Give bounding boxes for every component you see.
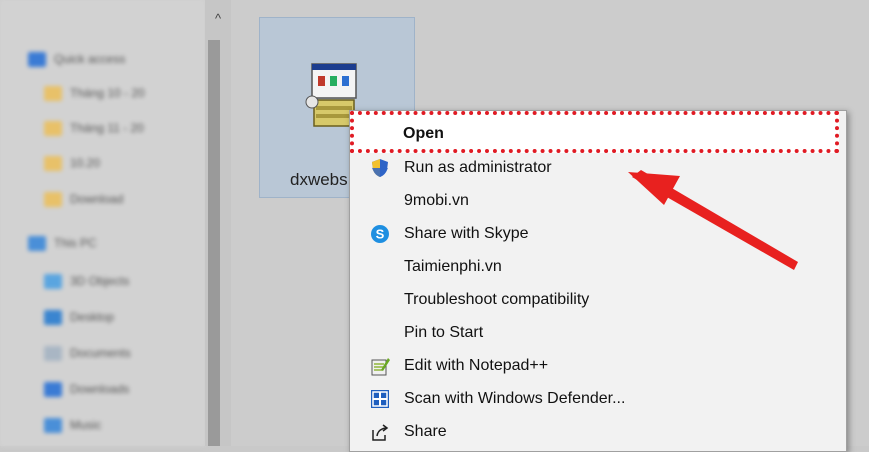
menu-item-label: Taimienphi.vn [404, 257, 502, 275]
download-icon [44, 381, 62, 397]
menu-item-9mobi-vn[interactable]: 9mobi.vn [350, 184, 846, 217]
nav-item[interactable]: 3D Objects [44, 270, 129, 292]
nav-item-label: 3D Objects [70, 274, 130, 288]
share-icon [370, 422, 390, 442]
cube-icon [44, 273, 62, 289]
desktop-icon [44, 309, 62, 325]
nav-item[interactable]: Tháng 10 - 20 [44, 82, 145, 104]
nav-item[interactable]: Documents [44, 342, 131, 364]
menu-item-label: Share [404, 422, 447, 440]
menu-item-label: Share with Skype [404, 224, 529, 242]
document-icon [44, 345, 62, 361]
nav-item[interactable]: This PC [28, 232, 97, 254]
menu-item-share-with-skype[interactable]: S Share with Skype [350, 217, 846, 250]
menu-item-label: Open [403, 124, 444, 142]
nav-item-label: Desktop [70, 310, 115, 324]
menu-item-label: Scan with Windows Defender... [404, 389, 626, 407]
nav-item-label: Tháng 11 - 20 [70, 121, 144, 135]
defender-icon [370, 389, 390, 409]
menu-item-pin-to-start[interactable]: Pin to Start [350, 316, 846, 349]
nav-item-label: Quick access [54, 52, 126, 66]
svg-text:S: S [376, 227, 385, 242]
nav-item-label: Download [70, 192, 124, 206]
menu-item-open[interactable]: Open [349, 117, 845, 150]
menu-item-label: Run as administrator [404, 158, 552, 176]
nav-item-label: This PC [54, 236, 97, 250]
skype-icon: S [370, 224, 390, 244]
nav-item-label: Music [70, 418, 102, 432]
notepadpp-icon [370, 356, 390, 376]
scroll-up-arrow-icon[interactable]: ^ [209, 10, 227, 28]
nav-item[interactable]: Tháng 11 - 20 [44, 117, 144, 139]
folder-icon [44, 120, 62, 136]
nav-item-label: Documents [70, 346, 131, 360]
star-icon [28, 51, 46, 67]
menu-item-label: Troubleshoot compatibility [404, 290, 590, 308]
folder-icon [44, 85, 62, 101]
nav-item[interactable]: 10.20 [44, 152, 100, 174]
nav-item-label: Tháng 10 - 20 [70, 86, 145, 100]
menu-item-label: 9mobi.vn [404, 191, 469, 209]
shield-icon [370, 158, 390, 178]
menu-item-run-as-administrator[interactable]: Run as administrator [350, 151, 846, 184]
nav-item[interactable]: Quick access [28, 48, 125, 70]
nav-item[interactable]: Download [44, 188, 123, 210]
folder-icon [44, 191, 62, 207]
context-menu: Run as administrator 9mobi.vn S Share with … [349, 110, 847, 452]
computer-icon [28, 235, 46, 251]
menu-item-taimienphi-vn[interactable]: Taimienphi.vn [350, 250, 846, 283]
nav-item-label: 10.20 [70, 156, 101, 170]
folder-icon [44, 155, 62, 171]
menu-item-troubleshoot-compatibility[interactable]: Troubleshoot compatibility [350, 283, 846, 316]
music-icon [44, 417, 62, 433]
menu-item-label: Edit with Notepad++ [404, 356, 549, 374]
navigation-pane: Quick access Tháng 10 - 20 Tháng 11 - 20 10… [0, 0, 205, 446]
menu-item-scan-with-windows-defender[interactable]: Scan with Windows Defender... [350, 382, 846, 415]
menu-item-edit-with-notepad[interactable]: Edit with Notepad++ [350, 349, 846, 382]
menu-item-share[interactable]: Share [350, 415, 846, 448]
nav-item[interactable]: Downloads [44, 378, 129, 400]
file-name-label[interactable]: dxwebs [290, 170, 348, 190]
nav-item-label: Downloads [70, 382, 130, 396]
menu-item-label: Pin to Start [404, 323, 484, 341]
scrollbar-thumb[interactable] [208, 40, 220, 446]
nav-item[interactable]: Music [44, 414, 101, 436]
nav-item[interactable]: Desktop [44, 306, 114, 328]
